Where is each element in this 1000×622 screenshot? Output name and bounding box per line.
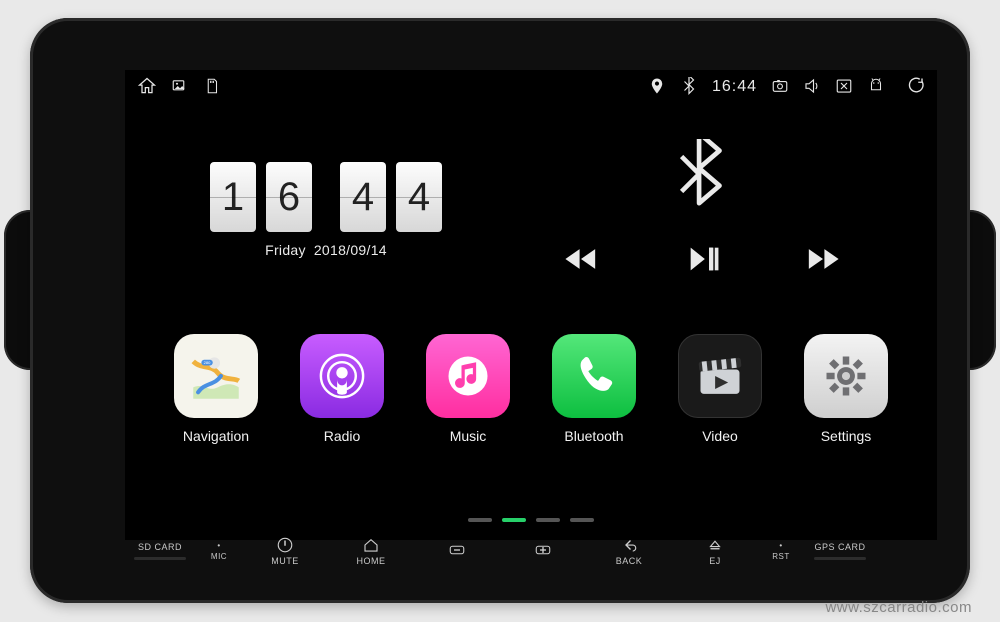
- clock-widget[interactable]: 1 6 4 4 Friday2018/09/14: [210, 162, 442, 258]
- hw-vol-down-button[interactable]: [415, 541, 499, 561]
- volume-icon[interactable]: [803, 77, 821, 98]
- app-radio[interactable]: Radio: [296, 334, 388, 444]
- status-time: 16:44: [712, 78, 757, 96]
- back-arrow-icon[interactable]: [907, 77, 925, 98]
- android-screen: 16:44: [125, 70, 937, 540]
- hw-gpscard-slot[interactable]: GPS CARD: [805, 542, 875, 560]
- podcast-icon: [316, 350, 368, 402]
- hw-eject-button[interactable]: EJ: [673, 536, 757, 566]
- app-bluetooth-label: Bluetooth: [548, 428, 640, 444]
- music-note-icon: [442, 350, 494, 402]
- clock-min-2: 4: [396, 162, 442, 232]
- clock-hour-2: 6: [266, 162, 312, 232]
- bluetooth-large-icon[interactable]: [552, 139, 852, 214]
- gear-icon: [820, 350, 872, 402]
- hw-sdcard-slot[interactable]: SD CARD: [125, 542, 195, 560]
- map-icon: 280: [190, 350, 242, 402]
- app-navigation[interactable]: 280 Navigation: [170, 334, 262, 444]
- hw-home-button[interactable]: HOME: [329, 536, 413, 566]
- clock-min-1: 4: [340, 162, 386, 232]
- page-indicator[interactable]: [125, 518, 937, 522]
- app-video-label: Video: [674, 428, 766, 444]
- media-widget: [552, 139, 852, 281]
- media-prev-button[interactable]: [564, 242, 598, 281]
- hw-back-button[interactable]: BACK: [587, 536, 671, 566]
- hw-mute-button[interactable]: MUTE: [243, 536, 327, 566]
- svg-text:280: 280: [204, 360, 212, 365]
- android-icon[interactable]: [867, 77, 885, 98]
- media-next-button[interactable]: [806, 242, 840, 281]
- clapper-icon: [694, 350, 746, 402]
- sd-icon: [203, 77, 221, 98]
- app-video[interactable]: Video: [674, 334, 766, 444]
- app-music[interactable]: Music: [422, 334, 514, 444]
- app-dock: 280 Navigation Radio: [125, 316, 937, 516]
- home-outline-icon[interactable]: [137, 76, 157, 99]
- phone-icon: [568, 350, 620, 402]
- clock-date: Friday2018/09/14: [210, 242, 442, 258]
- app-settings[interactable]: Settings: [800, 334, 892, 444]
- app-music-label: Music: [422, 428, 514, 444]
- hw-vol-up-button[interactable]: [501, 541, 585, 561]
- hw-rst[interactable]: •RST: [759, 541, 803, 561]
- clock-hour-1: 1: [210, 162, 256, 232]
- app-settings-label: Settings: [800, 428, 892, 444]
- picture-icon: [171, 77, 189, 98]
- media-play-pause-button[interactable]: [685, 242, 719, 281]
- screenshot-icon[interactable]: [771, 77, 789, 98]
- location-icon: [648, 77, 666, 98]
- bluetooth-small-icon: [680, 77, 698, 98]
- app-radio-label: Radio: [296, 428, 388, 444]
- status-bar: 16:44: [125, 70, 937, 104]
- hw-mic: •MIC: [197, 541, 241, 561]
- app-navigation-label: Navigation: [170, 428, 262, 444]
- watermark: www.szcarradio.com: [825, 599, 972, 616]
- app-bluetooth[interactable]: Bluetooth: [548, 334, 640, 444]
- close-box-icon[interactable]: [835, 77, 853, 98]
- hardware-button-strip: SD CARD •MIC MUTE HOME: [125, 525, 875, 577]
